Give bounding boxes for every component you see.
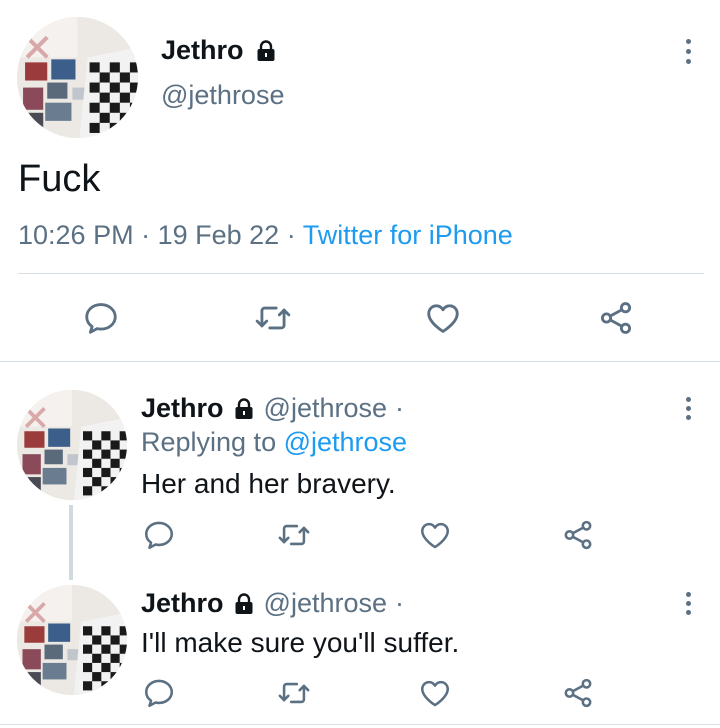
avatar-image — [17, 585, 127, 695]
share-icon — [597, 299, 635, 337]
reply-text: I'll make sure you'll suffer. — [141, 627, 460, 658]
reply-icon — [142, 676, 176, 710]
divider — [18, 273, 704, 274]
more-vertical-icon[interactable] — [684, 39, 692, 64]
handle[interactable]: @jethrose — [161, 80, 284, 111]
avatar[interactable] — [17, 17, 138, 138]
retweet-button[interactable] — [276, 676, 312, 710]
heart-icon — [418, 518, 452, 552]
reply-handle[interactable]: @jethrose — [264, 393, 387, 424]
reply-display-name[interactable]: Jethro — [141, 588, 224, 619]
retweet-icon — [276, 518, 312, 552]
retweet-button[interactable] — [253, 299, 293, 337]
reply-handle[interactable]: @jethrose — [264, 588, 387, 619]
share-button[interactable] — [561, 518, 595, 552]
share-button[interactable] — [597, 299, 635, 337]
display-name[interactable]: Jethro — [161, 35, 244, 66]
reply-icon — [142, 518, 176, 552]
reply-icon — [82, 299, 120, 337]
replying-to: Replying to @jethrose — [141, 427, 407, 458]
more-vertical-icon[interactable] — [684, 397, 692, 420]
more-vertical-icon[interactable] — [684, 592, 692, 615]
reply-button[interactable] — [142, 518, 176, 552]
heart-icon — [423, 299, 463, 337]
reply-button[interactable] — [82, 299, 120, 337]
tweet-text: Fuck — [18, 158, 101, 200]
main-author-row: Jethro — [161, 35, 278, 66]
reply-header: Jethro @jethrose · — [141, 393, 404, 424]
reply-dot: · — [395, 393, 404, 423]
share-button[interactable] — [561, 676, 595, 710]
lock-icon — [254, 39, 278, 63]
share-icon — [561, 676, 595, 710]
share-icon — [561, 518, 595, 552]
avatar-image — [17, 390, 127, 500]
thread-line — [69, 505, 73, 580]
reply-avatar[interactable] — [17, 585, 127, 695]
like-button[interactable] — [418, 518, 452, 552]
like-button[interactable] — [423, 299, 463, 337]
bottom-divider — [0, 724, 720, 725]
replying-to-label: Replying to — [141, 427, 277, 457]
tweet-date: 19 Feb 22 — [157, 220, 280, 250]
meta-separator: · — [141, 220, 151, 250]
reply-avatar[interactable] — [17, 390, 127, 500]
lock-icon — [232, 397, 256, 421]
like-button[interactable] — [418, 676, 452, 710]
lock-icon — [232, 592, 256, 616]
reply-header: Jethro @jethrose · — [141, 588, 404, 619]
reply-button[interactable] — [142, 676, 176, 710]
reply-dot: · — [395, 588, 404, 618]
tweet-source-link[interactable]: Twitter for iPhone — [303, 220, 513, 250]
heart-icon — [418, 676, 452, 710]
retweet-icon — [253, 299, 293, 337]
tweet-time: 10:26 PM — [18, 220, 134, 250]
reply-text: Her and her bravery. — [141, 468, 396, 499]
reply-display-name[interactable]: Jethro — [141, 393, 224, 424]
avatar-image — [17, 17, 138, 138]
section-divider — [0, 361, 720, 362]
meta-separator: · — [286, 220, 296, 250]
replying-to-handle-link[interactable]: @jethrose — [284, 427, 407, 457]
retweet-icon — [276, 676, 312, 710]
retweet-button[interactable] — [276, 518, 312, 552]
tweet-meta: 10:26 PM · 19 Feb 22 · Twitter for iPhon… — [18, 220, 513, 251]
